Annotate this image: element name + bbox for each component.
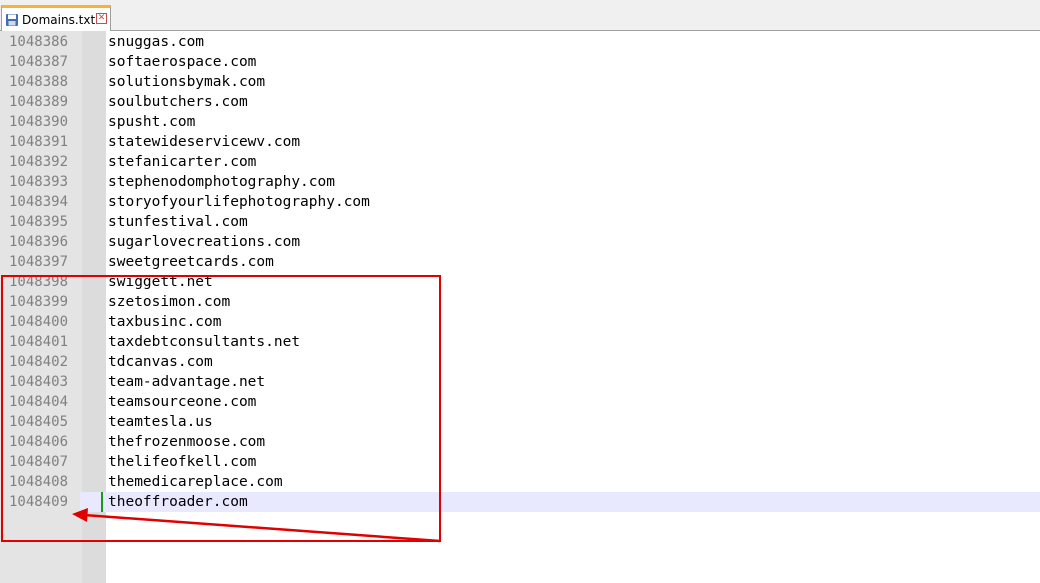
line-number: 1048407 bbox=[9, 454, 69, 470]
editor-line[interactable]: 1048389 soulbutchers.com bbox=[0, 92, 1040, 112]
editor-line[interactable]: 1048392 stefanicarter.com bbox=[0, 152, 1040, 172]
editor-line[interactable]: 1048404 teamsourceone.com bbox=[0, 392, 1040, 412]
editor-line[interactable]: 1048407 thelifeofkell.com bbox=[0, 452, 1040, 472]
close-icon[interactable]: ✕ bbox=[96, 13, 107, 24]
line-text[interactable]: taxbusinc.com bbox=[108, 312, 222, 332]
line-text[interactable]: teamsourceone.com bbox=[108, 392, 256, 412]
editor-line[interactable]: 1048390 spusht.com bbox=[0, 112, 1040, 132]
editor-line[interactable]: 1048395 stunfestival.com bbox=[0, 212, 1040, 232]
tab-domains-txt[interactable]: Domains.txt ✕ bbox=[1, 5, 111, 31]
line-number: 1048387 bbox=[9, 54, 69, 70]
line-text[interactable]: sweetgreetcards.com bbox=[108, 252, 274, 272]
line-text[interactable]: stunfestival.com bbox=[108, 212, 248, 232]
line-number: 1048403 bbox=[9, 374, 69, 390]
line-text[interactable]: thelifeofkell.com bbox=[108, 452, 256, 472]
line-text[interactable]: thefrozenmoose.com bbox=[108, 432, 265, 452]
editor-line[interactable]: 1048406 thefrozenmoose.com bbox=[0, 432, 1040, 452]
line-number: 1048402 bbox=[9, 354, 69, 370]
editor-line[interactable]: 1048391 statewideservicewv.com bbox=[0, 132, 1040, 152]
editor-line[interactable]: 1048405 teamtesla.us bbox=[0, 412, 1040, 432]
editor-line[interactable]: 1048398 swiggett.net bbox=[0, 272, 1040, 292]
line-text[interactable]: spusht.com bbox=[108, 112, 195, 132]
line-text[interactable]: taxdebtconsultants.net bbox=[108, 332, 300, 352]
line-number: 1048396 bbox=[9, 234, 69, 250]
line-text[interactable]: team-advantage.net bbox=[108, 372, 265, 392]
text-editor[interactable]: 1048386 snuggas.com 1048387 softaerospace.c… bbox=[0, 31, 1040, 583]
editor-line[interactable]: 1048402 tdcanvas.com bbox=[0, 352, 1040, 372]
editor-line[interactable]: 1048408 themedicareplace.com bbox=[0, 472, 1040, 492]
tab-bar: Domains.txt ✕ bbox=[0, 0, 1040, 31]
line-text[interactable]: sugarlovecreations.com bbox=[108, 232, 300, 252]
line-number: 1048405 bbox=[9, 414, 69, 430]
line-text[interactable]: teamtesla.us bbox=[108, 412, 213, 432]
line-text[interactable]: theoffroader.com bbox=[108, 492, 248, 512]
line-text[interactable]: snuggas.com bbox=[108, 32, 204, 52]
editor-line[interactable]: 1048393 stephenodomphotography.com bbox=[0, 172, 1040, 192]
line-number: 1048398 bbox=[9, 274, 69, 290]
line-number: 1048404 bbox=[9, 394, 69, 410]
line-number: 1048391 bbox=[9, 134, 69, 150]
line-text[interactable]: szetosimon.com bbox=[108, 292, 230, 312]
line-number: 1048389 bbox=[9, 94, 69, 110]
tab-label: Domains.txt bbox=[22, 12, 96, 27]
line-number: 1048400 bbox=[9, 314, 69, 330]
text-caret bbox=[101, 492, 103, 512]
editor-line[interactable]: 1048387 softaerospace.com bbox=[0, 52, 1040, 72]
editor-line[interactable]: 1048397 sweetgreetcards.com bbox=[0, 252, 1040, 272]
line-text[interactable]: themedicareplace.com bbox=[108, 472, 283, 492]
line-text[interactable]: soulbutchers.com bbox=[108, 92, 248, 112]
current-line[interactable]: 1048409 theoffroader.com bbox=[0, 492, 1040, 512]
line-number: 1048406 bbox=[9, 434, 69, 450]
line-number: 1048408 bbox=[9, 474, 69, 490]
editor-lines: 1048386 snuggas.com 1048387 softaerospace.c… bbox=[0, 32, 1040, 512]
editor-line[interactable]: 1048394 storyofyourlifephotography.com bbox=[0, 192, 1040, 212]
line-number: 1048395 bbox=[9, 214, 69, 230]
line-text[interactable]: tdcanvas.com bbox=[108, 352, 213, 372]
save-file-icon bbox=[6, 13, 18, 26]
line-text[interactable]: stefanicarter.com bbox=[108, 152, 256, 172]
line-text[interactable]: storyofyourlifephotography.com bbox=[108, 192, 370, 212]
editor-line[interactable]: 1048386 snuggas.com bbox=[0, 32, 1040, 52]
line-text[interactable]: stephenodomphotography.com bbox=[108, 172, 335, 192]
editor-line[interactable]: 1048400 taxbusinc.com bbox=[0, 312, 1040, 332]
line-number: 1048399 bbox=[9, 294, 69, 310]
line-number: 1048397 bbox=[9, 254, 69, 270]
line-number: 1048390 bbox=[9, 114, 69, 130]
line-number: 1048409 bbox=[0, 492, 80, 512]
line-number: 1048386 bbox=[9, 34, 69, 50]
editor-line[interactable]: 1048401 taxdebtconsultants.net bbox=[0, 332, 1040, 352]
editor-line[interactable]: 1048399 szetosimon.com bbox=[0, 292, 1040, 312]
editor-line[interactable]: 1048403 team-advantage.net bbox=[0, 372, 1040, 392]
line-text[interactable]: softaerospace.com bbox=[108, 52, 256, 72]
line-text[interactable]: swiggett.net bbox=[108, 272, 213, 292]
line-number: 1048393 bbox=[9, 174, 69, 190]
line-number: 1048392 bbox=[9, 154, 69, 170]
editor-line[interactable]: 1048388 solutionsbymak.com bbox=[0, 72, 1040, 92]
line-number: 1048401 bbox=[9, 334, 69, 350]
line-text[interactable]: solutionsbymak.com bbox=[108, 72, 265, 92]
line-number: 1048388 bbox=[9, 74, 69, 90]
line-text[interactable]: statewideservicewv.com bbox=[108, 132, 300, 152]
editor-line[interactable]: 1048396 sugarlovecreations.com bbox=[0, 232, 1040, 252]
line-number: 1048394 bbox=[9, 194, 69, 210]
